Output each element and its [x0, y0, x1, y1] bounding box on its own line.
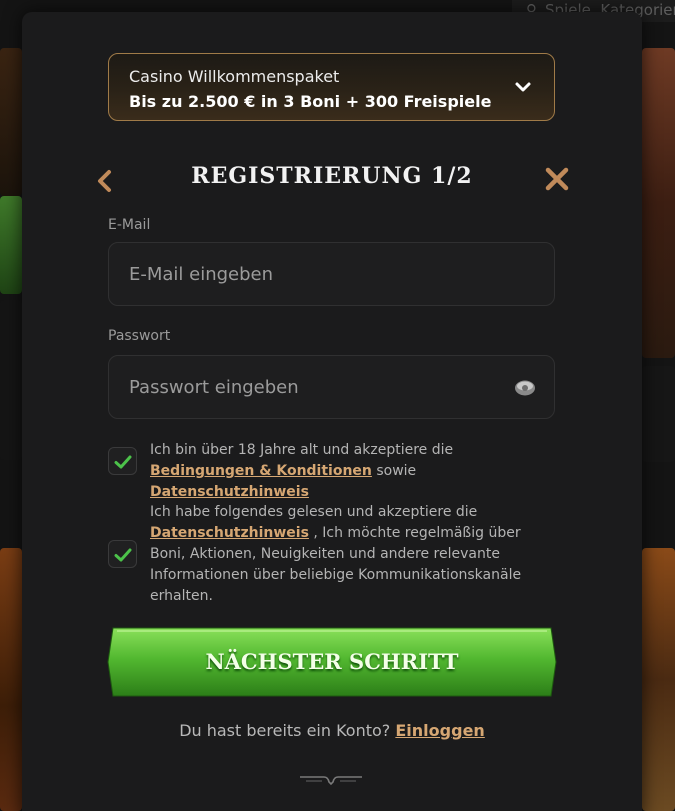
eye-icon[interactable] — [514, 378, 536, 398]
background-game-tile — [642, 548, 675, 811]
background-game-tile — [0, 196, 22, 294]
close-button[interactable] — [543, 165, 571, 193]
chevron-down-icon — [515, 82, 531, 92]
privacy-link[interactable]: Datenschutzhinweis — [150, 484, 309, 500]
age-terms-text: Ich bin über 18 Jahre alt und akzeptiere… — [150, 440, 560, 503]
background-game-tile — [642, 366, 675, 462]
background-game-tile — [0, 300, 22, 460]
privacy-link[interactable]: Datenschutzhinweis — [150, 525, 309, 541]
checkmark-icon — [114, 548, 132, 562]
next-step-label: NÄCHSTER SCHRITT — [205, 649, 459, 674]
promo-title: Casino Willkommenspaket — [129, 67, 340, 86]
terms-link[interactable]: Bedingungen & Konditionen — [150, 463, 372, 479]
registration-modal: Casino Willkommenspaket Bis zu 2.500 € i… — [22, 12, 642, 811]
email-field[interactable] — [109, 243, 554, 305]
email-label: E-Mail — [108, 217, 151, 233]
consent-text: Ich bin über 18 Jahre alt und akzeptiere… — [150, 442, 454, 458]
consent-text: Ich habe folgendes gelesen und akzeptier… — [150, 504, 478, 520]
background-game-tile — [642, 48, 675, 358]
next-step-button[interactable]: NÄCHSTER SCHRITT — [107, 627, 557, 697]
login-link[interactable]: Einloggen — [395, 721, 484, 740]
password-field[interactable] — [109, 356, 554, 418]
email-field-container — [108, 242, 555, 306]
password-label: Passwort — [108, 328, 171, 344]
background-game-tile — [0, 548, 22, 811]
consent-text: sowie — [376, 463, 417, 479]
ornament-divider-icon — [300, 776, 362, 786]
promo-offer: Bis zu 2.500 € in 3 Boni + 300 Freispiel… — [129, 92, 492, 111]
welcome-package-dropdown[interactable]: Casino Willkommenspaket Bis zu 2.500 € i… — [108, 53, 555, 121]
background-game-tile — [0, 48, 22, 196]
marketing-text: Ich habe folgendes gelesen und akzeptier… — [150, 502, 560, 607]
checkmark-icon — [114, 455, 132, 469]
password-field-container — [108, 355, 555, 419]
login-prompt-text: Du hast bereits ein Konto? — [179, 721, 391, 740]
marketing-checkbox[interactable] — [108, 540, 137, 568]
age-terms-checkbox[interactable] — [108, 447, 137, 475]
login-prompt: Du hast bereits ein Konto? Einloggen — [22, 721, 642, 740]
close-icon — [545, 167, 569, 191]
